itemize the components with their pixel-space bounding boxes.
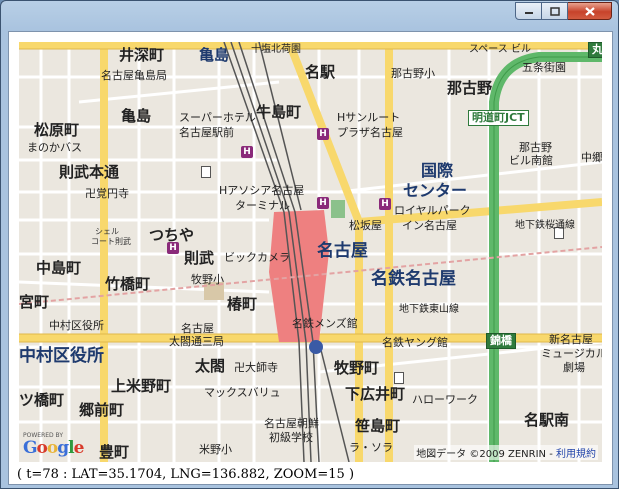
map-label: センター <box>403 181 468 200</box>
map-label: 竹橋町 <box>105 275 151 293</box>
map-label: 笹島町 <box>355 417 401 435</box>
map-view[interactable]: H H H H H 井深町 亀島 十塩北荷園 名古屋亀島局 名駅 那古野小 那古… <box>19 42 602 462</box>
map-label: 卍大師寺 <box>234 361 278 374</box>
map-label: 那古野 <box>519 141 552 154</box>
map-label: 那古野 <box>447 79 493 97</box>
map-label: 松原町 <box>34 121 80 139</box>
map-label: 名鉄ヤング館 <box>382 336 448 349</box>
map-label: 下広井町 <box>345 385 406 403</box>
status-text: ( t=78 : LAT=35.1704, LNG=136.882, ZOOM=… <box>17 467 355 482</box>
map-label: 名鉄名古屋 <box>371 269 456 289</box>
map-label: マックスバリュ <box>204 386 281 399</box>
map-label: 上米野町 <box>111 377 172 395</box>
map-label: 名古屋駅前 <box>179 126 234 139</box>
map-label: 太閤通三局 <box>169 335 224 348</box>
map-label: 名駅南 <box>524 411 570 429</box>
map-roads-layer <box>19 42 602 462</box>
close-icon <box>584 6 595 16</box>
copyright-text: 地図データ ©2009 ZENRIN - <box>416 449 556 460</box>
route-shield: 丸 <box>588 42 602 58</box>
map-label: 那古野小 <box>391 67 435 80</box>
map-label: 名鉄メンズ館 <box>292 317 358 330</box>
map-label: 名駅 <box>305 63 336 81</box>
title-bar[interactable] <box>1 1 618 29</box>
map-label: 名古屋朝鮮 <box>264 417 319 430</box>
map-label: 井深町 <box>119 46 165 64</box>
map-label: 豊町 <box>99 443 130 461</box>
map-label: 五条街園 <box>522 61 566 74</box>
map-label: 宮町 <box>19 293 50 311</box>
map-label: Hアソシア名古屋 <box>219 184 305 197</box>
map-label: スペース ビル <box>469 44 531 55</box>
map-label: ラ・ソラ <box>349 441 393 454</box>
map-label: ターミナル <box>235 199 290 212</box>
route-shield: 明道町JCT <box>468 110 529 126</box>
map-label: 新名古屋 <box>549 333 593 346</box>
client-area: H H H H H 井深町 亀島 十塩北荷園 名古屋亀島局 名駅 那古野小 那古… <box>8 31 613 485</box>
map-label: 亀島 <box>121 107 152 125</box>
map-label: 名古屋亀島局 <box>101 69 167 82</box>
map-label: 則武本通 <box>59 163 120 181</box>
map-label: 中郷 <box>581 151 602 164</box>
map-copyright: 地図データ ©2009 ZENRIN - 利用規約 <box>414 445 598 460</box>
map-label: ハローワーク <box>412 393 478 406</box>
close-button[interactable] <box>568 2 612 20</box>
map-label: 十塩北荷園 <box>251 44 301 55</box>
map-label: 牧野町 <box>334 359 380 377</box>
hotel-icon[interactable]: H <box>241 146 253 158</box>
map-label: ミュージカル <box>541 347 602 360</box>
maximize-button[interactable] <box>542 2 568 20</box>
map-label: 則武 <box>184 249 215 267</box>
map-label: イン名古屋 <box>402 219 457 232</box>
map-label: 牛島町 <box>256 103 302 121</box>
map-label: 劇場 <box>563 361 585 374</box>
google-wordmark: Google <box>23 438 84 458</box>
map-label: ツ橋町 <box>19 391 65 409</box>
map-label: 太閤 <box>195 357 226 375</box>
map-label: ビックカメラ <box>224 251 290 264</box>
minimize-button[interactable] <box>515 2 542 20</box>
map-label: 卍覚円寺 <box>85 187 129 200</box>
map-label: 中村区役所 <box>19 346 104 366</box>
route-shield: 錦橋 <box>486 333 516 349</box>
map-label: 名古屋 <box>181 322 214 335</box>
building-icon <box>201 166 211 178</box>
map-label: 初級学校 <box>269 431 313 444</box>
map-label: Hサンルート <box>337 111 401 124</box>
app-window: H H H H H 井深町 亀島 十塩北荷園 名古屋亀島局 名駅 那古野小 那古… <box>0 0 619 489</box>
map-label: 国際 <box>421 161 454 180</box>
map-label: コート則武 <box>91 237 131 246</box>
map-label: ロイヤルパーク <box>394 204 471 217</box>
map-label: スーパーホテル <box>179 111 256 124</box>
map-label: 郷前町 <box>79 401 125 419</box>
map-label: ビル南館 <box>509 154 553 167</box>
map-label: 牧野小 <box>191 273 224 286</box>
map-label: 地下鉄桜通線 <box>515 220 575 231</box>
map-label: 名古屋 <box>317 241 368 261</box>
building-icon <box>394 372 404 384</box>
map-label: 松坂屋 <box>349 219 382 232</box>
map-label: 地下鉄東山線 <box>399 304 459 315</box>
map-label: 椿町 <box>227 295 258 313</box>
maximize-icon <box>549 6 560 16</box>
map-label: シェル <box>95 227 119 236</box>
minimize-icon <box>524 12 533 14</box>
hotel-icon[interactable]: H <box>317 128 329 140</box>
caption-buttons <box>515 2 612 20</box>
map-label: 中村区役所 <box>49 319 104 332</box>
map-label: プラザ名古屋 <box>337 126 403 139</box>
map-label: つちや <box>149 226 195 244</box>
google-logo[interactable]: POWERED BY Google <box>21 432 84 460</box>
map-label: 中島町 <box>36 259 82 277</box>
hotel-icon[interactable]: H <box>379 198 391 210</box>
hotel-icon[interactable]: H <box>317 197 329 209</box>
terms-link[interactable]: 利用規約 <box>556 449 596 460</box>
map-label: 亀島 <box>199 46 230 64</box>
map-label: 米野小 <box>199 443 232 456</box>
map-label: まのかバス <box>27 141 82 154</box>
